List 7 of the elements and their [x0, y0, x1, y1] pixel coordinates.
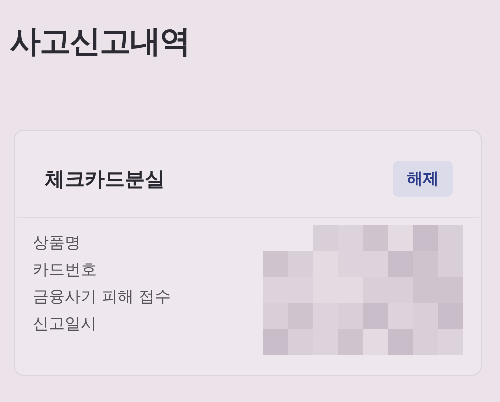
field-label: 금융사기 피해 접수 [33, 286, 172, 308]
page-title: 사고신고내역 [10, 23, 191, 62]
report-name: 체크카드분실 [45, 166, 165, 193]
release-button[interactable]: 해제 [393, 161, 453, 197]
field-label: 상품명 [33, 232, 82, 254]
field-label: 신고일시 [33, 313, 98, 335]
field-label: 카드번호 [33, 259, 98, 281]
